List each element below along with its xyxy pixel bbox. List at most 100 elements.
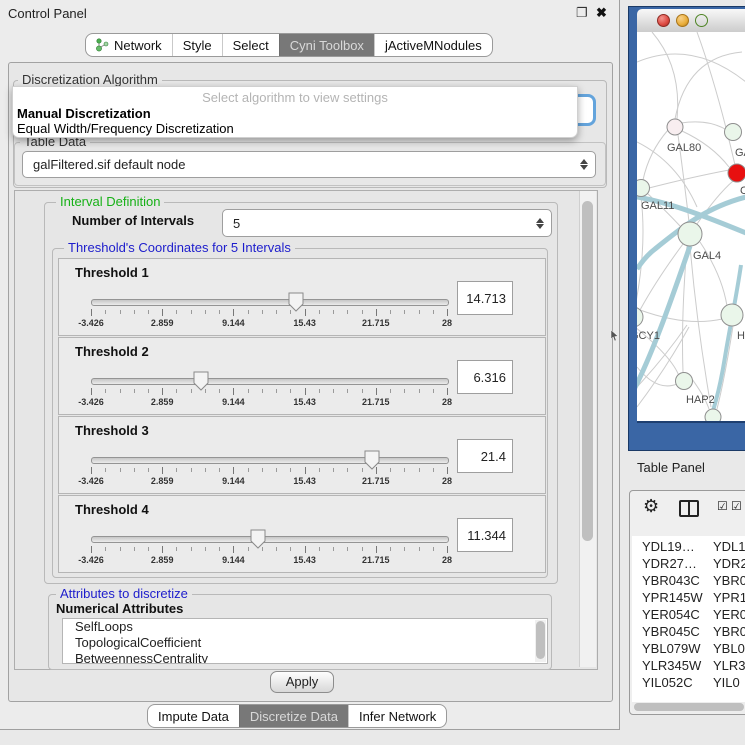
number-of-intervals-combobox[interactable]: 5 (222, 209, 552, 237)
network-node[interactable] (678, 222, 702, 246)
scrollbar-thumb[interactable] (582, 201, 593, 541)
threshold-label: Threshold 1 (75, 265, 149, 280)
combo-stepper-icon (579, 159, 589, 170)
threshold-value-field[interactable]: 11.344 (457, 518, 513, 552)
table-panel-card: ⚙ ☑ ☑ shared… na YDL19…YDL1 YDR27…YDR2 Y… (629, 490, 745, 715)
threshold-value-field[interactable]: 21.4 (457, 439, 513, 473)
tab-network[interactable]: Network (86, 34, 172, 56)
network-node[interactable] (637, 307, 643, 327)
threshold-row: Threshold 3 -3.4262.8599.14415.4321.7152… (58, 416, 546, 494)
network-node-selected[interactable] (728, 164, 745, 182)
threshold-value-field[interactable]: 6.316 (457, 360, 513, 394)
tab-cyni-toolbox[interactable]: Cyni Toolbox (279, 34, 374, 56)
close-traffic-light[interactable] (657, 14, 670, 27)
network-icon (96, 38, 109, 52)
network-node[interactable] (721, 304, 743, 326)
number-of-intervals-label: Number of Intervals (72, 213, 194, 228)
network-node[interactable] (725, 124, 742, 141)
node-label: GAL80 (667, 142, 701, 154)
mouse-cursor (610, 330, 619, 342)
threshold-slider[interactable]: -3.4262.8599.14415.4321.71528 (91, 450, 447, 490)
columns-icon[interactable] (679, 500, 699, 517)
slider-track[interactable] (91, 299, 449, 306)
discretization-algorithm-group-title: Discretization Algorithm (18, 73, 162, 86)
dropdown-item-manual-discretization[interactable]: Manual Discretization (17, 106, 151, 121)
table-body: YDL19…YDL1 YDR27…YDR2 YBR043CYBR0 YPR145… (632, 536, 745, 703)
tab-style[interactable]: Style (172, 34, 222, 56)
network-canvas[interactable]: GAL80 GA C GAL11 GAL4 GCY1 H HAP2 (637, 32, 745, 423)
node-label: GAL11 (641, 200, 674, 212)
minimize-traffic-light[interactable] (676, 14, 689, 27)
node-label: HAP2 (686, 394, 715, 406)
scrollbar-thumb[interactable] (634, 703, 744, 711)
threshold-row: Threshold 2 -3.4262.8599.14415.4321.7152… (58, 337, 546, 415)
table-row[interactable]: YER054CYER0 (632, 606, 745, 623)
algorithm-dropdown-popup: Select algorithm to view settings Manual… (12, 86, 578, 138)
slider-track[interactable] (91, 536, 449, 543)
settings-scrollbar[interactable] (579, 191, 596, 667)
node-label: H (737, 330, 745, 342)
checkbox-icon[interactable]: ☑ (717, 499, 728, 513)
network-node[interactable] (637, 180, 650, 197)
node-label: GAL4 (693, 250, 721, 262)
zoom-traffic-light[interactable] (695, 14, 708, 27)
list-item[interactable]: BetweennessCentrality (63, 651, 547, 664)
list-item[interactable]: TopologicalCoefficient (63, 635, 547, 651)
window-title: Control Panel (8, 6, 87, 21)
screen: Control Panel ❐ ✖ Network Style S (0, 0, 745, 745)
float-window-icon[interactable]: ❐ (576, 5, 588, 21)
numerical-attributes-list: SelfLoops TopologicalCoefficient Between… (62, 618, 548, 664)
combo-stepper-icon (535, 218, 545, 229)
node-label: C (740, 185, 745, 197)
table-row[interactable]: YDR27…YDR2 (632, 555, 745, 572)
slider-ticks (91, 309, 447, 316)
apply-button[interactable]: Apply (270, 671, 334, 693)
node-label: GCY1 (637, 330, 660, 342)
slider-ticks (91, 546, 447, 553)
table-row[interactable]: YBL079WYBL0 (632, 640, 745, 657)
table-data-combobox[interactable]: galFiltered.sif default node (22, 151, 596, 178)
table-row[interactable]: YLR345WYLR3 (632, 657, 745, 674)
threshold-slider[interactable]: -3.4262.8599.14415.4321.71528 (91, 371, 447, 411)
slider-track[interactable] (91, 457, 449, 464)
control-panel-tabbar: Network Style Select Cyni Toolbox jActiv… (85, 33, 493, 57)
threshold-row: Threshold 4 -3.4262.8599.14415.4321.7152… (58, 495, 546, 573)
threshold-slider[interactable]: -3.4262.8599.14415.4321.71528 (91, 292, 447, 332)
threshold-value-field[interactable]: 14.713 (457, 281, 513, 315)
slider-tick-labels: -3.4262.8599.14415.4321.71528 (91, 476, 447, 488)
threshold-label: Threshold 2 (75, 344, 149, 359)
slider-tick-labels: -3.4262.8599.14415.4321.71528 (91, 397, 447, 409)
tab-infer-network[interactable]: Infer Network (348, 705, 446, 727)
table-row[interactable]: YIL052CYIL0 (632, 674, 745, 691)
cyni-mode-tabbar: Impute Data Discretize Data Infer Networ… (147, 704, 447, 728)
threshold-slider[interactable]: -3.4262.8599.14415.4321.71528 (91, 529, 447, 569)
close-window-icon[interactable]: ✖ (596, 5, 607, 21)
network-node[interactable] (667, 119, 683, 135)
slider-track[interactable] (91, 378, 449, 385)
table-row[interactable]: YBR045CYBR0 (632, 623, 745, 640)
tab-jactivemnodules[interactable]: jActiveMNodules (374, 34, 492, 56)
number-of-intervals-value: 5 (223, 216, 535, 231)
table-horizontal-scrollbar[interactable] (632, 702, 745, 713)
slider-ticks (91, 467, 447, 474)
gear-icon[interactable]: ⚙ (643, 496, 659, 517)
list-scrollbar[interactable] (535, 620, 546, 662)
network-window-titlebar (637, 9, 745, 33)
attributes-group-title: Attributes to discretize (56, 587, 192, 600)
dropdown-item-equal-width-frequency[interactable]: Equal Width/Frequency Discretization (17, 121, 234, 136)
checkbox-icon[interactable]: ☑ (731, 499, 742, 513)
tab-select[interactable]: Select (222, 34, 279, 56)
interval-definition-title: Interval Definition (56, 195, 164, 208)
table-row[interactable]: YPR145WYPR1 (632, 589, 745, 606)
dropdown-prompt-item: Select algorithm to view settings (13, 90, 577, 105)
list-item[interactable]: SelfLoops (63, 619, 547, 635)
thresholds-group-title: Threshold's Coordinates for 5 Intervals (64, 241, 295, 254)
node-label: GA (735, 147, 745, 159)
slider-tick-labels: -3.4262.8599.14415.4321.71528 (91, 318, 447, 330)
table-row[interactable]: YBR043CYBR0 (632, 572, 745, 589)
table-row[interactable]: YDL19…YDL1 (632, 538, 745, 555)
tab-discretize-data[interactable]: Discretize Data (239, 705, 348, 727)
network-node[interactable] (705, 409, 721, 421)
network-node[interactable] (676, 373, 693, 390)
tab-impute-data[interactable]: Impute Data (148, 705, 239, 727)
